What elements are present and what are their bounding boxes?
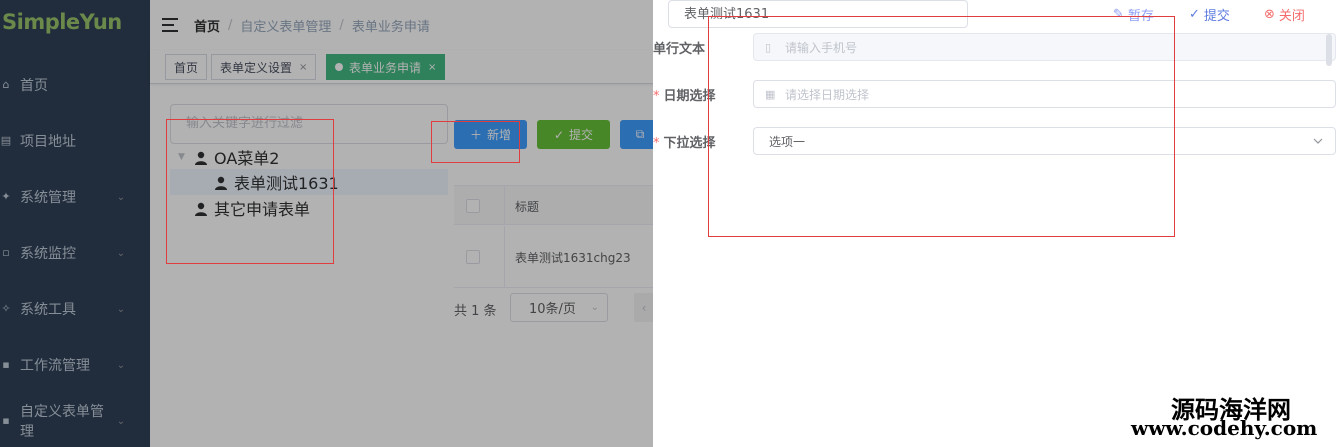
check-icon: ✓ bbox=[1189, 7, 1200, 22]
close-label: 关闭 bbox=[1278, 9, 1305, 24]
field-label-date: * 日期选择 bbox=[653, 89, 716, 104]
annotation-box-tree bbox=[166, 119, 334, 264]
scrollbar[interactable] bbox=[1326, 34, 1332, 66]
required-mark: * bbox=[653, 136, 660, 151]
watermark-url: www.codehy.com bbox=[1131, 416, 1318, 440]
drawer-submit-button[interactable]: ✓ 提交 bbox=[1189, 5, 1230, 24]
chevron-down-icon bbox=[1313, 135, 1323, 145]
field-label-select: * 下拉选择 bbox=[653, 136, 716, 151]
close-circle-icon: ⊗ bbox=[1264, 7, 1275, 22]
drawer-submit-label: 提交 bbox=[1203, 9, 1230, 24]
annotation-box-add bbox=[431, 121, 520, 163]
field-label-text: 单行文本 bbox=[653, 42, 706, 57]
close-button[interactable]: ⊗ 关闭 bbox=[1264, 5, 1305, 24]
required-mark: * bbox=[653, 89, 660, 104]
form-drawer: 表单测试1631 ✎ 暂存 ✓ 提交 ⊗ 关闭 单行文本 ▯ 请输入手机号 * 日… bbox=[653, 0, 1336, 447]
annotation-box-form bbox=[708, 16, 1175, 237]
